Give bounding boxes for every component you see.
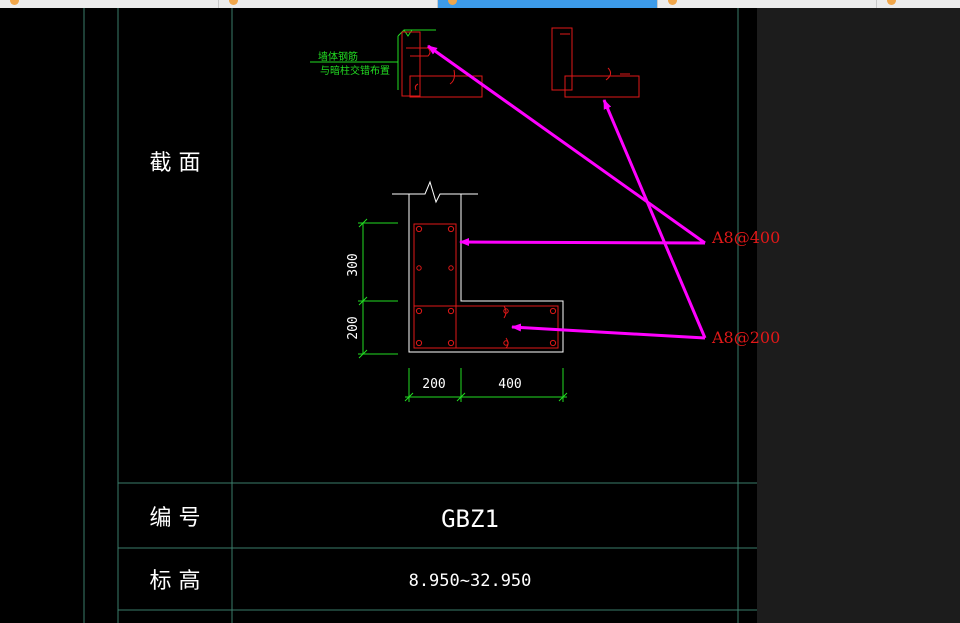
component-id-value: GBZ1 <box>441 505 499 533</box>
section-break-line <box>392 180 478 218</box>
row-label-section: 截 面 <box>150 151 201 176</box>
annotation-a8-200: A8@200 <box>711 328 780 347</box>
dim-vertical-bottom: 200 <box>346 316 361 339</box>
vertical-dimension-lines <box>358 218 398 359</box>
detail-right <box>551 27 640 98</box>
detail-note-line1: 墙体钢筋 <box>318 50 358 63</box>
elevation-value: 8.950~32.950 <box>409 571 532 591</box>
detail-note-line2: 与暗柱交错布置 <box>320 64 390 77</box>
annotation-a8-400: A8@400 <box>711 228 780 247</box>
detail-left <box>310 29 483 98</box>
dim-vertical-top: 300 <box>346 253 361 276</box>
l-section-outline <box>408 218 564 353</box>
dim-horizontal-left: 200 <box>422 377 445 392</box>
row-label-elevation: 标 高 <box>150 569 201 594</box>
dim-horizontal-right: 400 <box>498 377 521 392</box>
cad-drawing-canvas[interactable]: 截 面 编 号 标 高 GBZ1 8.950~32.950 墙体钢筋 与暗柱交错… <box>0 0 960 623</box>
row-label-id: 编 号 <box>150 506 201 531</box>
